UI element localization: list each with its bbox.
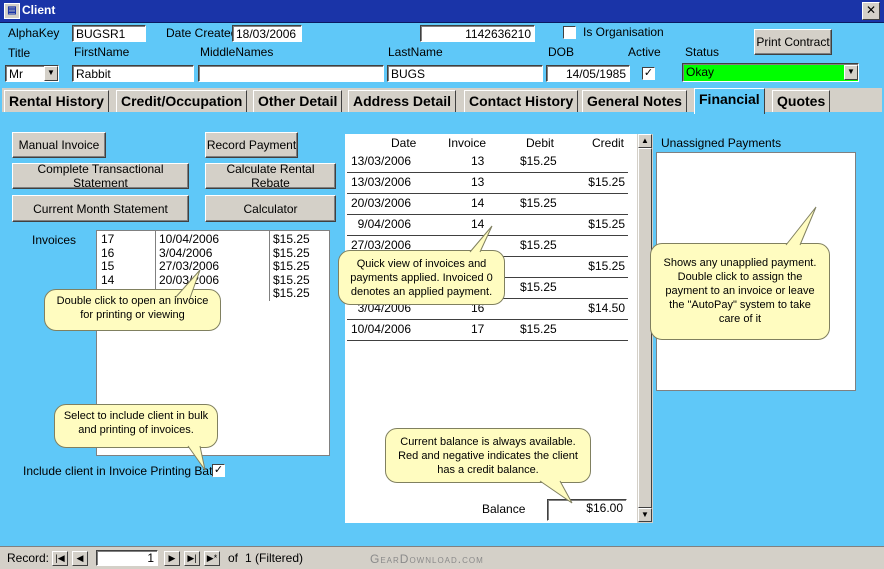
watermark: GearDownload.com [370,552,484,566]
of-label: of [228,551,239,565]
grid-tooltip-pointer [469,225,493,253]
balance-tooltip-pointer [539,480,573,504]
client-window: ▤ Client ✕ AlphaKey BUGSR1 Date Created … [0,0,884,569]
last-record-icon[interactable]: ▶| [184,551,200,566]
record-total: 1 (Filtered) [245,551,304,565]
prev-record-icon[interactable]: ◀ [72,551,88,566]
record-navigator: Record: |◀ ◀ 1 ▶ ▶| ▶* of 1 (Filtered) G… [0,546,884,569]
next-record-icon[interactable]: ▶ [164,551,180,566]
first-record-icon[interactable]: |◀ [52,551,68,566]
tooltip-pointers [174,206,817,504]
record-label: Record: [7,551,50,565]
batch-tooltip-pointer [187,445,206,471]
invoices-tooltip-pointer [174,269,201,299]
record-number-field[interactable]: 1 [96,550,158,566]
new-record-icon[interactable]: ▶* [204,551,220,566]
unassigned-tooltip-pointer [785,206,817,246]
